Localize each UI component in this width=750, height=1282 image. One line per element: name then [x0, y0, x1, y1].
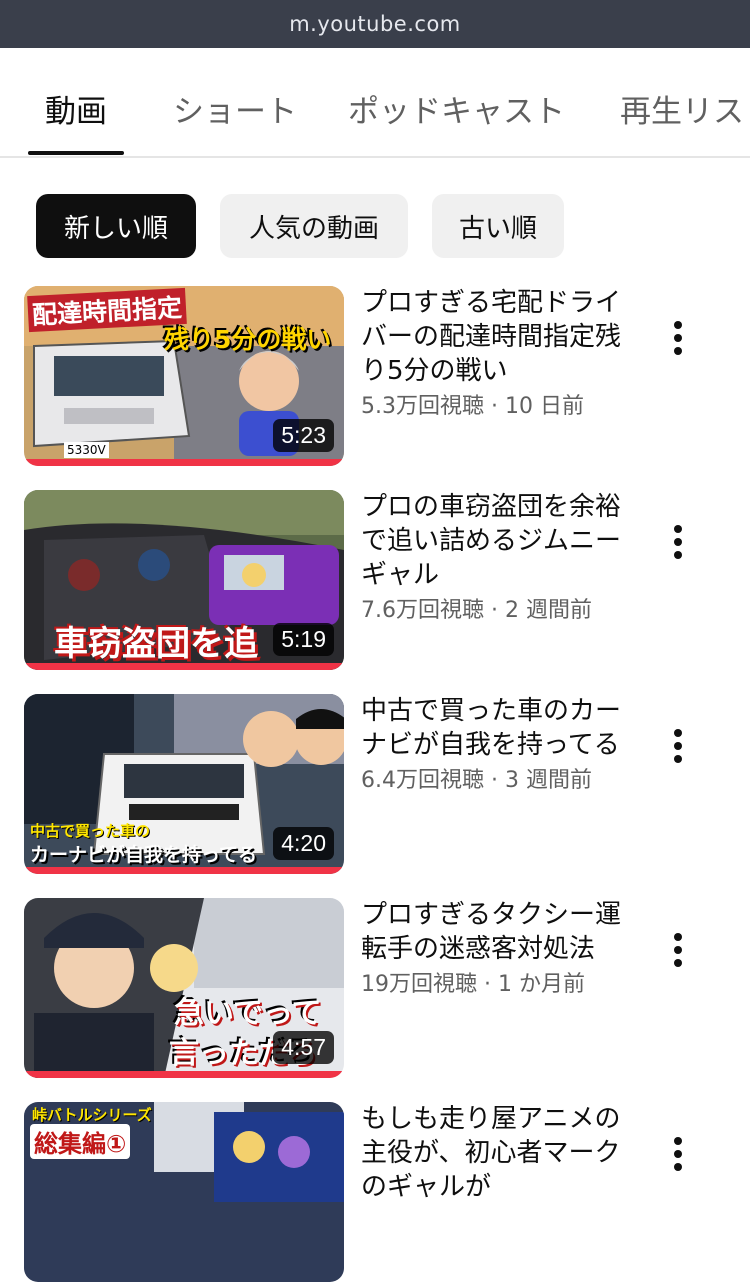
video-duration: 4:20 — [273, 827, 334, 860]
url-text: m.youtube.com — [289, 12, 461, 36]
thumbnail-caption: 急いでって — [174, 996, 322, 1031]
watch-progress-bar — [24, 1071, 344, 1078]
video-title[interactable]: プロすぎる宅配ドライバーの配達時間指定残り5分の戦い — [361, 286, 631, 388]
chip-newest[interactable]: 新しい順 — [36, 194, 196, 258]
video-meta: 19万回視聴 · 1 か月前 — [361, 972, 585, 997]
video-meta: 6.4万回視聴 · 3 週間前 — [361, 768, 592, 793]
video-info: 中古で買った車のカーナビが自我を持ってる 6.4万回視聴 · 3 週間前 — [361, 694, 631, 796]
video-thumbnail[interactable]: 中古で買った車の カーナビが自我を持ってる 4:20 — [24, 694, 344, 874]
watch-progress-bar — [24, 459, 344, 466]
video-thumbnail[interactable]: 急いでって 言っただろ 4:57 — [24, 898, 344, 1078]
video-thumbnail[interactable]: 峠バトルシリーズ 総集編① — [24, 1102, 344, 1282]
video-info: プロすぎる宅配ドライバーの配達時間指定残り5分の戦い 5.3万回視聴 · 10 … — [361, 286, 631, 422]
video-info: プロの車窃盗団を余裕で追い詰めるジムニーギャル 7.6万回視聴 · 2 週間前 — [361, 490, 631, 626]
video-duration: 5:23 — [273, 419, 334, 452]
tab-podcasts[interactable]: ポッドキャスト — [348, 86, 565, 131]
video-meta: 5.3万回視聴 · 10 日前 — [361, 394, 584, 419]
more-options-icon[interactable] — [654, 722, 702, 770]
more-options-icon[interactable] — [654, 926, 702, 974]
thumbnail-caption: 峠バトルシリーズ — [32, 1106, 152, 1124]
more-options-icon[interactable] — [654, 1130, 702, 1178]
watch-progress-bar — [24, 663, 344, 670]
license-plate: 5330V — [64, 442, 109, 458]
video-thumbnail[interactable]: 配達時間指定 残り5分の戦い 5330V 5:23 — [24, 286, 344, 466]
video-info: もしも走り屋アニメの主役が、初心者マークのギャルが — [361, 1102, 631, 1204]
video-item[interactable]: 車窃盗団を追 5:19 プロの車窃盗団を余裕で追い詰めるジムニーギャル 7.6万… — [24, 490, 750, 670]
video-title[interactable]: プロの車窃盗団を余裕で追い詰めるジムニーギャル — [361, 490, 631, 592]
video-duration: 5:19 — [273, 623, 334, 656]
tab-videos[interactable]: 動画 — [45, 86, 107, 131]
video-meta: 7.6万回視聴 · 2 週間前 — [361, 598, 592, 623]
thumbnail-caption: 総集編① — [30, 1124, 131, 1159]
thumbnail-caption: カーナビが自我を持ってる — [30, 844, 258, 866]
thumbnail-caption: 中古で買った車の — [30, 822, 151, 840]
chip-oldest[interactable]: 古い順 — [432, 194, 564, 258]
tab-shorts[interactable]: ショート — [173, 86, 297, 131]
video-duration: 4:57 — [273, 1031, 334, 1064]
channel-tabs: 動画 ショート ポッドキャスト 再生リス — [0, 48, 750, 158]
video-item[interactable]: 急いでって 言っただろ 4:57 プロすぎるタクシー運転手の迷惑客対処法 19万… — [24, 898, 750, 1078]
thumbnail-caption: 車窃盗団を追 — [54, 624, 258, 664]
more-options-icon[interactable] — [654, 314, 702, 362]
tab-playlists[interactable]: 再生リス — [620, 86, 744, 131]
thumbnail-caption: 残り5分の戦い — [164, 325, 332, 354]
more-options-icon[interactable] — [654, 518, 702, 566]
video-title[interactable]: 中古で買った車のカーナビが自我を持ってる — [361, 694, 631, 762]
video-title[interactable]: もしも走り屋アニメの主役が、初心者マークのギャルが — [361, 1102, 631, 1204]
video-item[interactable]: 配達時間指定 残り5分の戦い 5330V 5:23 プロすぎる宅配ドライバーの配… — [24, 286, 750, 466]
video-item[interactable]: 峠バトルシリーズ 総集編① もしも走り屋アニメの主役が、初心者マークのギャルが — [24, 1102, 750, 1282]
browser-url-bar[interactable]: m.youtube.com — [0, 0, 750, 48]
video-title[interactable]: プロすぎるタクシー運転手の迷惑客対処法 — [361, 898, 631, 966]
video-thumbnail[interactable]: 車窃盗団を追 5:19 — [24, 490, 344, 670]
active-tab-indicator — [28, 151, 124, 155]
watch-progress-bar — [24, 867, 344, 874]
sort-filter-chips: 新しい順 人気の動画 古い順 — [0, 194, 750, 258]
video-item[interactable]: 中古で買った車の カーナビが自我を持ってる 4:20 中古で買った車のカーナビが… — [24, 694, 750, 874]
chip-popular[interactable]: 人気の動画 — [220, 194, 408, 258]
video-info: プロすぎるタクシー運転手の迷惑客対処法 19万回視聴 · 1 か月前 — [361, 898, 631, 1000]
